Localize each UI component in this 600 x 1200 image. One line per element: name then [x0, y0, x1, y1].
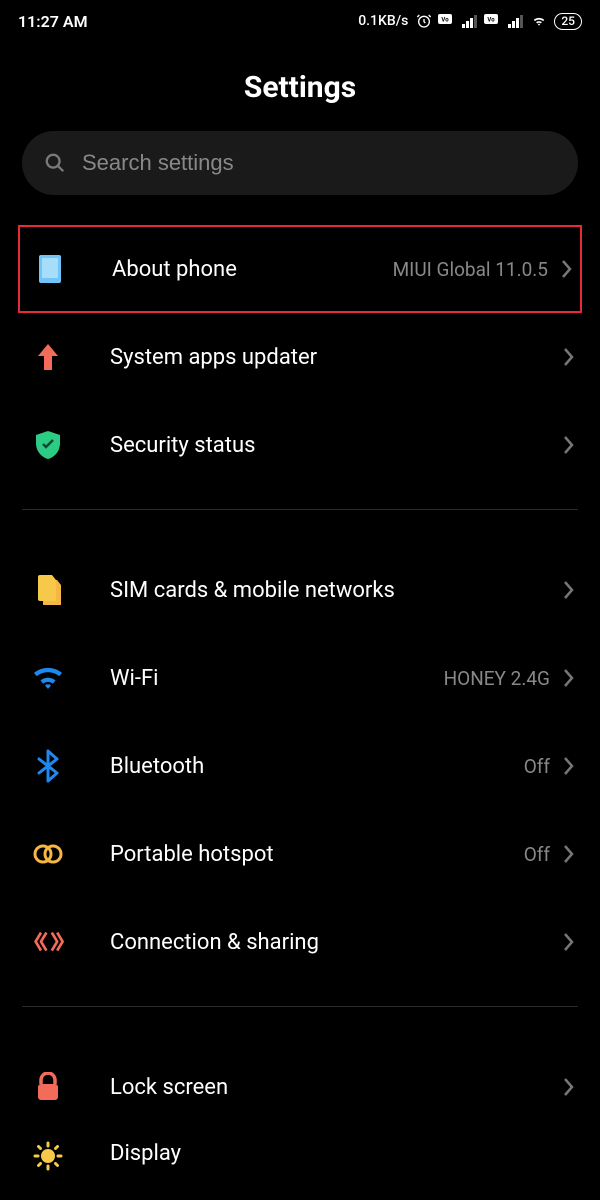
alarm-icon: [416, 13, 432, 29]
row-label: Display: [110, 1141, 574, 1166]
chevron-right-icon: [562, 347, 574, 367]
volte-icon-2: Vo: [484, 14, 502, 28]
row-label: Connection & sharing: [110, 930, 562, 955]
row-security-status[interactable]: Security status: [0, 401, 600, 489]
row-label: Wi-Fi: [110, 666, 444, 691]
row-label: Bluetooth: [110, 754, 524, 779]
row-value: MIUI Global 11.0.5: [393, 258, 548, 281]
row-label: SIM cards & mobile networks: [110, 578, 562, 603]
row-connection-sharing[interactable]: Connection & sharing: [0, 898, 600, 986]
status-indicators: 0.1KB/s Vo Vo 25: [358, 13, 582, 30]
row-display[interactable]: Display: [0, 1131, 600, 1191]
row-value: Off: [524, 843, 550, 866]
sim-icon: [26, 575, 70, 605]
row-wifi[interactable]: Wi-Fi HONEY 2.4G: [0, 634, 600, 722]
divider: [22, 509, 578, 510]
chevron-right-icon: [562, 580, 574, 600]
hotspot-icon: [26, 843, 70, 865]
row-sim-cards[interactable]: SIM cards & mobile networks: [0, 546, 600, 634]
chevron-right-icon: [562, 435, 574, 455]
signal-icon-2: [508, 14, 524, 28]
brightness-icon: [26, 1141, 70, 1171]
row-label: Portable hotspot: [110, 842, 524, 867]
row-bluetooth[interactable]: Bluetooth Off: [0, 722, 600, 810]
divider: [22, 1006, 578, 1007]
search-icon: [44, 152, 66, 174]
svg-text:Vo: Vo: [442, 17, 450, 24]
row-value: HONEY 2.4G: [444, 667, 550, 690]
chevron-right-icon: [560, 259, 572, 279]
chevron-right-icon: [562, 756, 574, 776]
volte-icon-1: Vo: [438, 14, 456, 28]
chevron-right-icon: [562, 668, 574, 688]
search-input[interactable]: [82, 150, 556, 176]
wifi-icon: [530, 14, 548, 28]
settings-list: About phone MIUI Global 11.0.5 System ap…: [0, 225, 600, 1191]
row-label: System apps updater: [110, 345, 562, 370]
row-value: Off: [524, 755, 550, 778]
row-label: About phone: [112, 257, 393, 282]
search-bar[interactable]: [22, 131, 578, 195]
chevron-right-icon: [562, 932, 574, 952]
battery-indicator: 25: [554, 13, 582, 30]
page-title: Settings: [0, 40, 600, 131]
row-label: Security status: [110, 433, 562, 458]
status-bar: 11:27 AM 0.1KB/s Vo Vo 25: [0, 0, 600, 40]
row-about-phone[interactable]: About phone MIUI Global 11.0.5: [18, 225, 582, 313]
signal-icon-1: [462, 14, 478, 28]
row-hotspot[interactable]: Portable hotspot Off: [0, 810, 600, 898]
chevron-right-icon: [562, 844, 574, 864]
connection-icon: [26, 929, 70, 955]
netspeed-text: 0.1KB/s: [358, 13, 408, 29]
shield-check-icon: [26, 429, 70, 461]
bluetooth-icon: [26, 749, 70, 783]
status-time: 11:27 AM: [18, 12, 88, 31]
lock-icon: [26, 1072, 70, 1102]
wifi-icon: [26, 665, 70, 691]
phone-icon: [28, 253, 72, 285]
svg-text:Vo: Vo: [488, 17, 496, 24]
row-lock-screen[interactable]: Lock screen: [0, 1043, 600, 1131]
row-system-updater[interactable]: System apps updater: [0, 313, 600, 401]
row-label: Lock screen: [110, 1075, 562, 1100]
arrow-up-icon: [26, 342, 70, 372]
chevron-right-icon: [562, 1077, 574, 1097]
